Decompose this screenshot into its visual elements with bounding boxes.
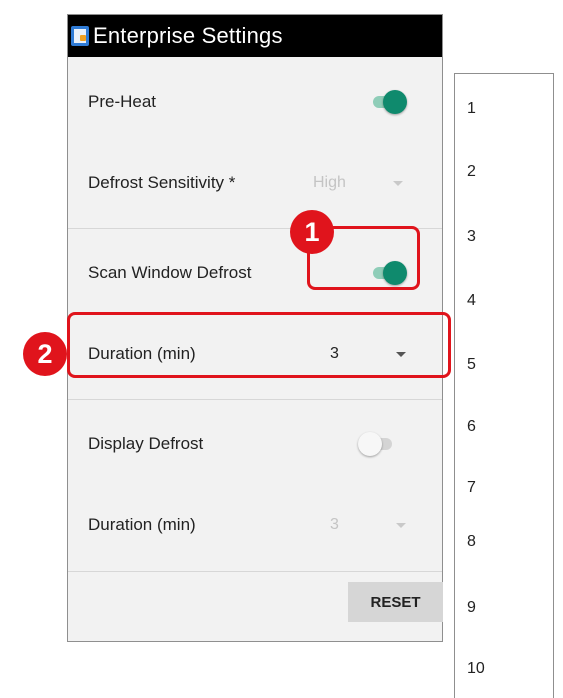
option-item[interactable]: 1: [467, 100, 476, 118]
option-item[interactable]: 10: [467, 660, 485, 678]
callout-badge-2: 2: [23, 332, 67, 376]
preheat-toggle[interactable]: [369, 90, 407, 114]
display-duration-row[interactable]: Duration (min) 3: [68, 505, 442, 545]
preheat-row: Pre-Heat: [68, 82, 442, 122]
scan-window-defrost-label: Scan Window Defrost: [88, 263, 252, 282]
display-duration-label: Duration (min): [88, 515, 196, 534]
chevron-down-icon: [396, 523, 406, 528]
toggle-thumb: [383, 90, 407, 114]
duration-options-list: 1 2 3 4 5 6 7 8 9 10: [454, 73, 554, 698]
toggle-thumb: [358, 432, 382, 456]
option-item[interactable]: 5: [467, 356, 476, 374]
display-defrost-row: Display Defrost: [68, 424, 442, 464]
display-duration-value: 3: [330, 516, 339, 533]
divider: [68, 571, 442, 572]
option-item[interactable]: 3: [467, 228, 476, 246]
page-title: Enterprise Settings: [93, 23, 283, 48]
defrost-sensitivity-row[interactable]: Defrost Sensitivity * High: [68, 163, 442, 203]
option-item[interactable]: 9: [467, 599, 476, 617]
defrost-sensitivity-label: Defrost Sensitivity *: [88, 173, 236, 192]
option-item[interactable]: 7: [467, 479, 476, 497]
option-item[interactable]: 4: [467, 292, 476, 310]
preheat-label: Pre-Heat: [88, 92, 157, 111]
chevron-down-icon: [393, 181, 403, 186]
display-defrost-label: Display Defrost: [88, 434, 204, 453]
defrost-sensitivity-value: High: [313, 174, 346, 191]
option-item[interactable]: 2: [467, 163, 476, 181]
option-item[interactable]: 8: [467, 533, 476, 551]
enterprise-settings-app-icon: [71, 26, 89, 46]
option-item[interactable]: 6: [467, 418, 476, 436]
reset-button[interactable]: RESET: [348, 582, 443, 622]
divider: [68, 399, 442, 400]
highlight-box-2: [67, 312, 451, 378]
title-bar: Enterprise Settings: [68, 15, 442, 57]
display-defrost-toggle[interactable]: [358, 432, 394, 456]
callout-badge-1: 1: [290, 210, 334, 254]
